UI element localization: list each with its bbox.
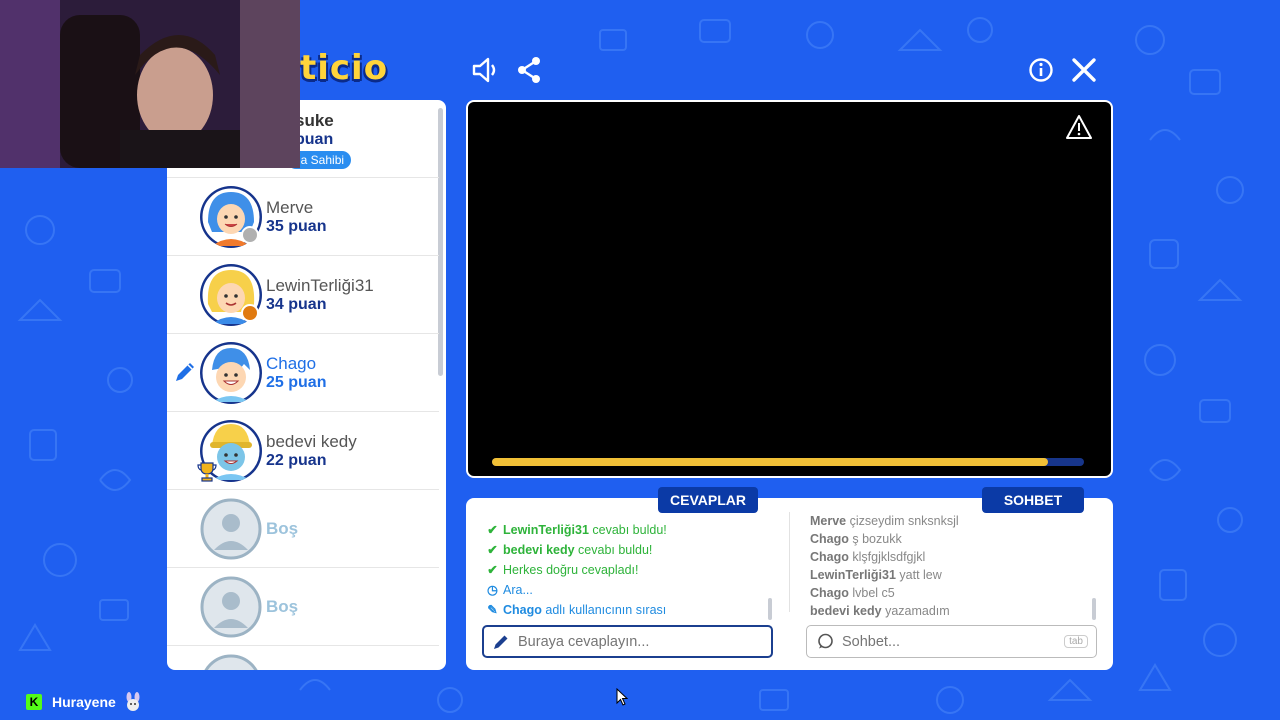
kick-logo-icon: K bbox=[26, 694, 42, 710]
player-row-empty: Boş bbox=[167, 568, 439, 646]
chat-user: Chago bbox=[810, 532, 849, 546]
empty-avatar-icon bbox=[200, 498, 262, 560]
chat-user: Merve bbox=[810, 514, 847, 528]
chat-user: Chago bbox=[810, 550, 849, 564]
answer-field[interactable] bbox=[482, 625, 773, 658]
player-name: bedevi kedy bbox=[266, 432, 357, 451]
warning-icon[interactable] bbox=[1065, 114, 1093, 140]
answers-log: ✔ LewinTerliği31 cevabı buldu! ✔ bedevi ke… bbox=[485, 520, 775, 620]
chat-text: yazamadım bbox=[885, 604, 950, 618]
answers-scrollbar[interactable] bbox=[768, 598, 772, 620]
chat-text: lvbel c5 bbox=[852, 586, 895, 600]
chat-user: bedevi kedy bbox=[810, 604, 882, 618]
player-row-active[interactable]: Chago 25 puan bbox=[167, 334, 439, 412]
player-row-empty bbox=[167, 646, 439, 670]
chat-field[interactable]: tab bbox=[806, 625, 1097, 658]
chat-line: Chago ş bozukk bbox=[810, 530, 1090, 548]
player-score: 22 puan bbox=[266, 452, 327, 469]
chat-log: Merve çizseydim snksnksjl Chago ş bozukk… bbox=[810, 512, 1090, 620]
player-name: Chago bbox=[266, 354, 317, 373]
player-row[interactable]: Merve 35 puan bbox=[167, 178, 439, 256]
chat-bubble-icon bbox=[818, 633, 833, 649]
log-line: ✎ Chago adlı kullanıcının sırası bbox=[485, 600, 775, 620]
log-line: ✔ bedevi kedy cevabı buldu! bbox=[485, 540, 775, 560]
streamer-webcam-image bbox=[0, 0, 300, 168]
check-icon: ✔ bbox=[487, 563, 498, 577]
empty-avatar-icon bbox=[200, 576, 262, 638]
log-text: cevabı buldu! bbox=[574, 543, 653, 557]
info-icon[interactable] bbox=[1026, 55, 1056, 85]
timer-bar-fill bbox=[492, 458, 1049, 466]
log-text: Herkes doğru cevapladı! bbox=[503, 563, 639, 577]
webcam-overlay bbox=[0, 0, 300, 168]
chat-scrollbar[interactable] bbox=[1092, 598, 1096, 620]
player-row[interactable]: LewinTerliği31 34 puan bbox=[167, 256, 439, 334]
player-name: Boş bbox=[266, 519, 299, 538]
player-status-dot bbox=[241, 226, 259, 244]
player-score: puan bbox=[295, 131, 334, 148]
log-text: cevabı buldu! bbox=[588, 523, 667, 537]
log-user: LewinTerliği31 bbox=[503, 523, 589, 537]
log-user: Chago bbox=[503, 603, 542, 617]
chat-user: LewinTerliği31 bbox=[810, 568, 896, 582]
player-name: suke bbox=[295, 111, 334, 130]
speaker-icon[interactable] bbox=[470, 55, 500, 85]
chat-line: Chago klşfgjklsdfgjkl bbox=[810, 548, 1090, 566]
player-row[interactable]: bedevi kedy 22 puan bbox=[167, 412, 439, 490]
chat-user: Chago bbox=[810, 586, 849, 600]
check-icon: ✔ bbox=[487, 543, 498, 557]
player-avatar bbox=[200, 342, 262, 404]
clock-icon: ◷ bbox=[487, 583, 498, 597]
mouse-cursor-icon bbox=[616, 688, 628, 706]
players-panel: suke puan da Sahibi Merve 35 puan LewinT… bbox=[167, 100, 446, 670]
chat-line: bedevi kedy yazamadım bbox=[810, 602, 1090, 620]
player-row-empty: Boş bbox=[167, 490, 439, 568]
chat-input[interactable] bbox=[842, 633, 1065, 650]
player-name: Boş bbox=[266, 597, 299, 616]
log-line: ✔ LewinTerliği31 cevabı buldu! bbox=[485, 520, 775, 540]
player-name: Merve bbox=[266, 198, 314, 217]
share-icon[interactable] bbox=[514, 55, 544, 85]
log-user: bedevi kedy bbox=[503, 543, 575, 557]
trophy-icon bbox=[197, 462, 217, 482]
player-name: LewinTerliği31 bbox=[266, 276, 374, 295]
pencil-icon: ✎ bbox=[487, 603, 498, 617]
chat-text: yatt lew bbox=[899, 568, 942, 582]
tab-chat[interactable]: SOHBET bbox=[982, 487, 1084, 513]
answer-input[interactable] bbox=[518, 633, 771, 650]
log-line: ✔ Herkes doğru cevapladı! bbox=[485, 560, 775, 580]
chat-line: LewinTerliği31 yatt lew bbox=[810, 566, 1090, 584]
chat-text: klşfgjklsdfgjkl bbox=[852, 550, 926, 564]
empty-avatar-icon bbox=[204, 654, 258, 670]
tab-answers[interactable]: CEVAPLAR bbox=[658, 487, 758, 513]
chat-line: Chago lvbel c5 bbox=[810, 584, 1090, 602]
panel-divider bbox=[789, 512, 790, 612]
check-icon: ✔ bbox=[487, 523, 498, 537]
player-score: 25 puan bbox=[266, 374, 327, 391]
log-text: Ara... bbox=[503, 583, 533, 597]
chat-text: çizseydim snksnksjl bbox=[849, 514, 959, 528]
drawing-canvas[interactable] bbox=[466, 100, 1113, 478]
pencil-icon bbox=[176, 363, 194, 381]
chat-line: Merve çizseydim snksnksjl bbox=[810, 512, 1090, 530]
timer-bar bbox=[492, 458, 1084, 466]
player-status-dot bbox=[241, 304, 259, 322]
player-score: 34 puan bbox=[266, 296, 327, 313]
pencil-icon bbox=[494, 635, 508, 649]
streamer-label: K Hurayene bbox=[26, 692, 142, 712]
close-icon[interactable] bbox=[1069, 55, 1099, 85]
log-line: ◷ Ara... bbox=[485, 580, 775, 600]
player-score: 35 puan bbox=[266, 218, 327, 235]
bunny-emote-icon bbox=[126, 692, 140, 711]
app-logo: ticio bbox=[300, 48, 389, 88]
log-text: adlı kullanıcının sırası bbox=[541, 603, 667, 617]
chat-text: ş bozukk bbox=[852, 532, 902, 546]
streamer-name: Hurayene bbox=[52, 694, 116, 710]
tab-key-hint: tab bbox=[1064, 635, 1088, 648]
